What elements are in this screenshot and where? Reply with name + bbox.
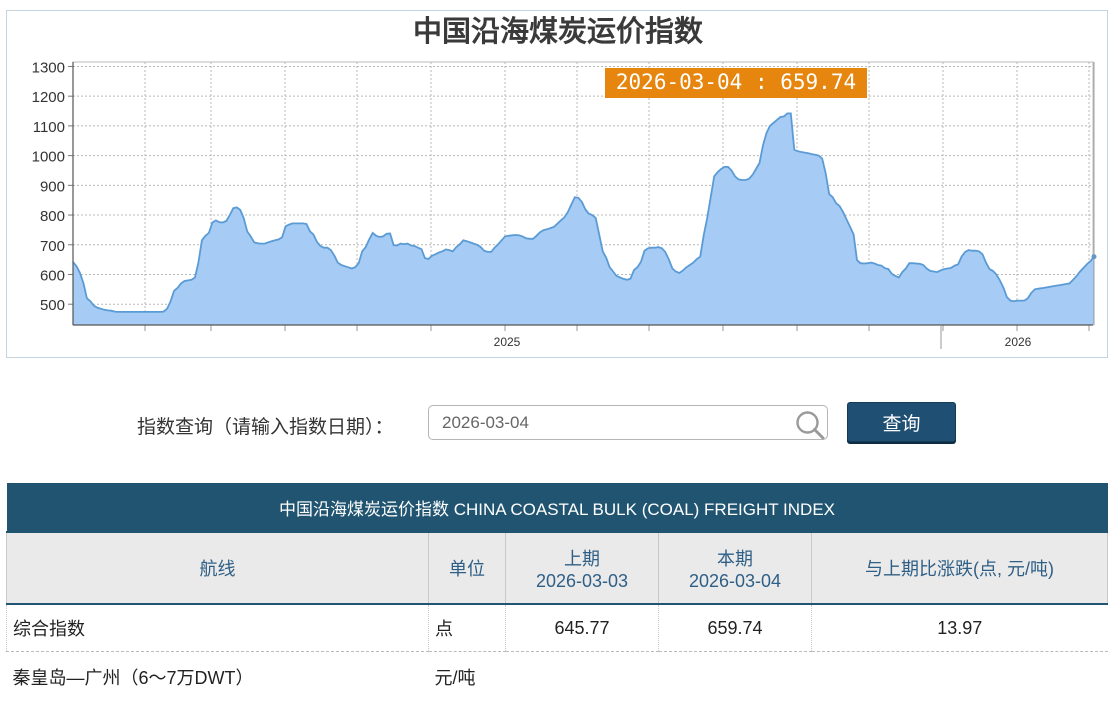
table-row: 综合指数 点 645.77 659.74 13.97 — [7, 604, 1108, 652]
x-tick-label: 2026 — [1005, 335, 1032, 349]
chart-title: 中国沿海煤炭运价指数 — [413, 14, 704, 48]
y-tick-label: 1000 — [32, 149, 65, 166]
tooltip-text: 2026-03-04 : 659.74 — [616, 70, 856, 94]
freight-index-chart[interactable]: 中国沿海煤炭运价指数 500 600 700 800 900 1000 1100 1200 13… — [7, 11, 1107, 357]
query-button[interactable]: 查询 — [847, 402, 956, 442]
cell-unit: 点 — [429, 604, 506, 652]
y-tick-label: 900 — [40, 178, 65, 195]
date-input[interactable] — [428, 405, 828, 440]
cell-change: 13.97 — [812, 604, 1108, 652]
y-tick-label: 600 — [40, 267, 65, 284]
table-caption: 中国沿海煤炭运价指数 CHINA COASTAL BULK (COAL) FRE… — [7, 483, 1108, 532]
cell-route: 综合指数 — [7, 604, 429, 652]
header-unit: 单位 — [429, 532, 506, 604]
cell-route: 秦皇岛—广州（6～7万DWT） — [7, 652, 429, 705]
cell-current: 659.74 — [659, 604, 812, 652]
y-tick-label: 800 — [40, 208, 65, 225]
tooltip: 2026-03-04 : 659.74 — [605, 68, 867, 98]
search-icon[interactable] — [795, 410, 825, 444]
cell-previous: 645.77 — [506, 604, 659, 652]
cell-unit: 元/吨 — [429, 652, 506, 705]
x-tick-label: 2025 — [494, 335, 521, 349]
chart-panel: 中国沿海煤炭运价指数 500 600 700 800 900 1000 1100 1200 13… — [6, 10, 1108, 358]
query-row: 指数查询（请输入指数日期）： 查询 — [0, 400, 1113, 444]
y-tick-label: 1100 — [33, 119, 65, 136]
header-previous-date: 2026-03-03 — [507, 571, 657, 592]
header-current-label: 本期 — [660, 545, 810, 571]
header-previous-label: 上期 — [507, 545, 657, 571]
y-tick-label: 700 — [40, 238, 65, 255]
header-change: 与上期比涨跌(点, 元/吨) — [812, 532, 1108, 604]
header-current: 本期 2026-03-04 — [659, 532, 812, 604]
header-current-date: 2026-03-04 — [660, 571, 810, 592]
query-label: 指数查询（请输入指数日期）： — [137, 412, 394, 439]
header-previous: 上期 2026-03-03 — [506, 532, 659, 604]
y-tick-label: 500 — [40, 297, 65, 314]
index-table: 中国沿海煤炭运价指数 CHINA COASTAL BULK (COAL) FRE… — [6, 483, 1107, 705]
y-tick-label: 1200 — [32, 89, 65, 106]
table-caption-row: 中国沿海煤炭运价指数 CHINA COASTAL BULK (COAL) FRE… — [7, 483, 1108, 532]
table-header-row: 航线 单位 上期 2026-03-03 本期 2026-03-04 与上期比涨跌… — [7, 532, 1108, 604]
header-route: 航线 — [7, 532, 429, 604]
y-tick-label: 1300 — [32, 59, 65, 76]
table-row: 秦皇岛—广州（6～7万DWT） 元/吨 — [7, 652, 1108, 705]
